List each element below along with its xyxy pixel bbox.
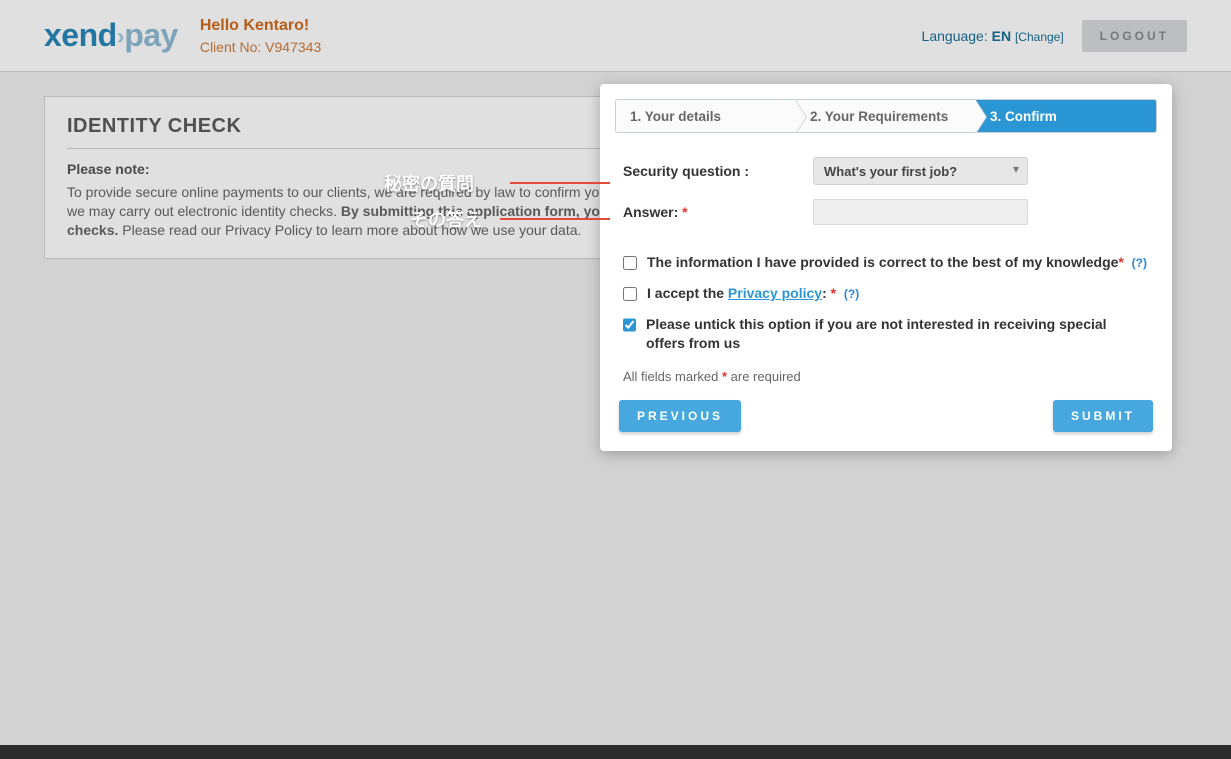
- submit-button[interactable]: SUBMIT: [1053, 400, 1153, 432]
- privacy-label: I accept the Privacy policy: * (?): [647, 284, 859, 303]
- greeting: Hello Kentaro! Client No: V947343: [200, 17, 321, 55]
- step-indicator: 1. Your details 2. Your Requirements 3. …: [615, 99, 1157, 133]
- confirm-info-checkbox[interactable]: [623, 256, 637, 270]
- required-note: All fields marked * are required: [615, 365, 1157, 400]
- step-3[interactable]: 3. Confirm: [976, 100, 1156, 132]
- greeting-hello: Hello Kentaro!: [200, 17, 321, 35]
- logo-text-1: xend: [44, 17, 117, 53]
- client-number: Client No: V947343: [200, 39, 321, 55]
- offers-label: Please untick this option if you are not…: [646, 315, 1149, 353]
- security-question-select[interactable]: What's your first job?: [813, 157, 1028, 185]
- confirm-modal: 1. Your details 2. Your Requirements 3. …: [600, 84, 1172, 451]
- help-icon[interactable]: (?): [844, 287, 859, 301]
- logo[interactable]: xend›pay: [44, 17, 178, 54]
- answer-input[interactable]: [813, 199, 1028, 225]
- privacy-checkbox[interactable]: [623, 287, 637, 301]
- previous-button[interactable]: PREVIOUS: [619, 400, 741, 432]
- confirm-info-label: The information I have provided is corre…: [647, 253, 1147, 272]
- annotation-answer: その答え: [410, 206, 482, 232]
- answer-label: Answer: *: [623, 204, 813, 220]
- security-question-label: Security question :: [623, 163, 813, 179]
- footer: [0, 745, 1231, 759]
- language-selector[interactable]: Language: EN [Change]: [922, 28, 1064, 44]
- help-icon[interactable]: (?): [1132, 256, 1147, 270]
- step-2[interactable]: 2. Your Requirements: [796, 100, 976, 132]
- logo-text-2: pay: [124, 17, 178, 53]
- logout-button[interactable]: LOGOUT: [1082, 20, 1187, 52]
- annotation-line: [510, 182, 610, 184]
- step-1[interactable]: 1. Your details: [616, 100, 796, 132]
- header: xend›pay Hello Kentaro! Client No: V9473…: [0, 0, 1231, 72]
- annotation-line: [500, 218, 610, 220]
- privacy-policy-link[interactable]: Privacy policy: [728, 285, 822, 301]
- annotation-security-question: 秘密の質問: [384, 170, 474, 196]
- offers-checkbox[interactable]: [623, 318, 636, 332]
